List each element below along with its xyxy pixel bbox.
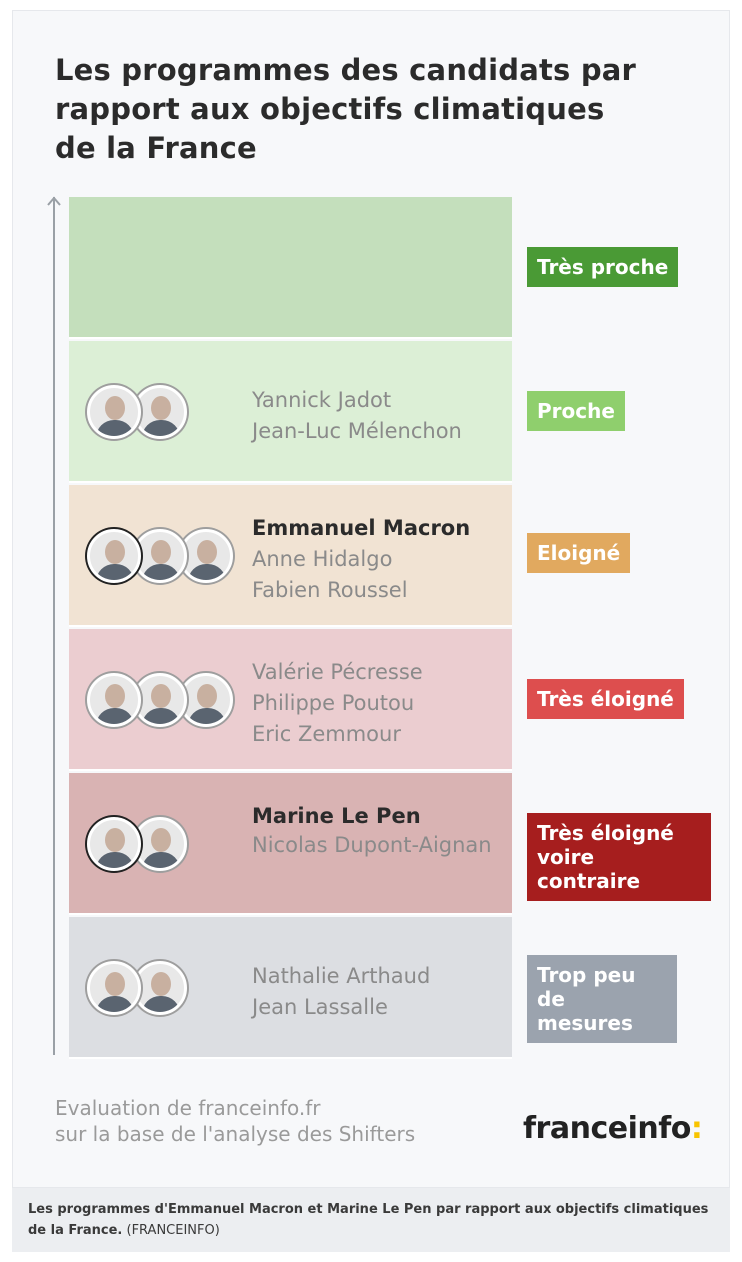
candidate-name: Valérie Pécresse <box>252 660 423 684</box>
candidate-name: Marine Le Pen <box>252 804 421 828</box>
candidate-name: Jean Lassalle <box>252 995 388 1019</box>
franceinfo-logo: franceinfo: <box>523 1111 703 1146</box>
source-line-1: Evaluation de franceinfo.fr <box>55 1096 321 1120</box>
band-1 <box>69 197 512 339</box>
chart-title: Les programmes des candidats par rapport… <box>55 53 637 165</box>
band-label: Très proche <box>527 247 679 287</box>
infographic-card: Les programmes des candidats par rapport… <box>12 10 730 1188</box>
band-4: Valérie Pécresse Philippe Poutou Eric Zemm… <box>69 629 512 771</box>
candidate-name: Fabien Roussel <box>252 578 408 602</box>
candidate-photo <box>133 817 187 871</box>
candidate-name: Anne Hidalgo <box>252 547 393 571</box>
candidate-names: Yannick Jadot Jean-Luc Mélenchon <box>252 385 502 447</box>
candidate-name: Nathalie Arthaud <box>252 964 431 988</box>
band-5: Marine Le Pen Nicolas Dupont-Aignan <box>69 773 512 915</box>
band-2: Yannick Jadot Jean-Luc Mélenchon <box>69 341 512 483</box>
source-line-2: sur la base de l'analyse des Shifters <box>55 1122 416 1146</box>
band-label: Proche <box>527 391 625 431</box>
image-caption: Les programmes d'Emmanuel Macron et Mari… <box>12 1188 730 1252</box>
candidate-name: Eric Zemmour <box>252 722 401 746</box>
candidate-photo <box>87 817 141 871</box>
candidate-photo <box>87 529 141 583</box>
band-label: Eloigné <box>527 533 631 573</box>
band-label: Très éloigné <box>527 679 684 719</box>
candidate-name: Nicolas Dupont-Aignan <box>252 833 492 857</box>
candidate-names: Marine Le Pen Nicolas Dupont-Aignan <box>252 801 502 859</box>
axis-line <box>53 197 55 1055</box>
band-6: Nathalie Arthaud Jean Lassalle <box>69 917 512 1059</box>
candidate-photo <box>133 385 187 439</box>
candidate-name: Jean-Luc Mélenchon <box>252 419 462 443</box>
candidate-photo <box>179 529 233 583</box>
candidate-photo <box>133 961 187 1015</box>
candidate-names: Nathalie Arthaud Jean Lassalle <box>252 961 502 1023</box>
candidate-name: Philippe Poutou <box>252 691 415 715</box>
candidate-photo <box>133 673 187 727</box>
candidate-photo <box>179 673 233 727</box>
candidate-names: Emmanuel Macron Anne Hidalgo Fabien Rousse… <box>252 513 502 606</box>
candidate-name: Emmanuel Macron <box>252 516 471 540</box>
candidate-photo <box>87 673 141 727</box>
candidate-photo <box>133 529 187 583</box>
band-label: Très éloigné voire contraire <box>527 813 711 901</box>
candidate-photo <box>87 961 141 1015</box>
candidate-name: Yannick Jadot <box>252 388 392 412</box>
band-label: Trop peu de mesures <box>527 955 677 1043</box>
logo-colon: : <box>690 1111 703 1146</box>
candidate-photo <box>87 385 141 439</box>
logo-text: franceinfo <box>523 1111 691 1146</box>
candidate-names: Valérie Pécresse Philippe Poutou Eric Zemm… <box>252 657 502 750</box>
source-note: Evaluation de franceinfo.fr sur la base … <box>55 1095 415 1147</box>
axis-arrow-icon <box>47 196 61 206</box>
caption-credit: (FRANCEINFO) <box>122 1223 220 1238</box>
band-3: Emmanuel Macron Anne Hidalgo Fabien Rousse… <box>69 485 512 627</box>
